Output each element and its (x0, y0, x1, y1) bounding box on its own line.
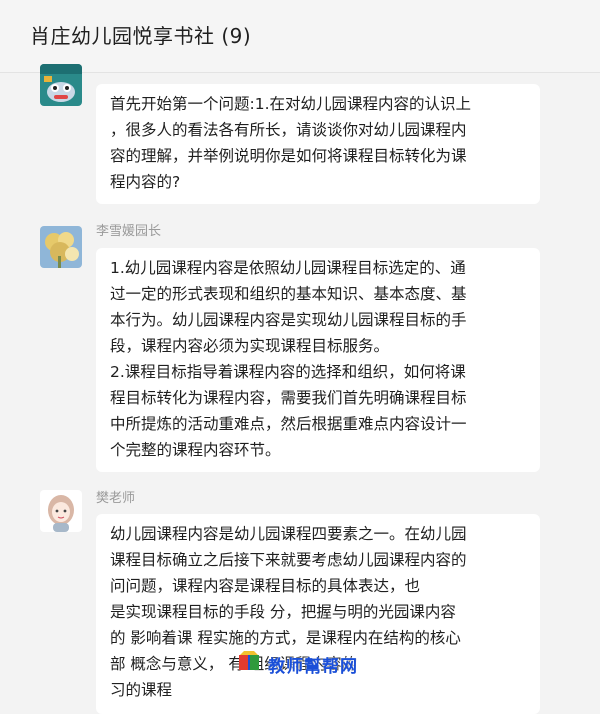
message-text-line: 中所提炼的活动重难点，然后根据重难点内容设计一 (110, 415, 467, 433)
message-text-line: 过一定的形式表现和组织的基本知识、基本态度、基 (110, 285, 467, 303)
message-text-line: 程内容的? (110, 173, 181, 191)
chat-header: 肖庄幼儿园悦享书社 (9) (0, 0, 600, 73)
message-bubble[interactable]: 1.幼儿园课程内容是依照幼儿园课程目标选定的、通 过一定的形式表现和组织的基本知… (96, 248, 540, 472)
sender-name: 樊老师 (96, 491, 136, 506)
message-text-line: 1.幼儿园课程内容是依照幼儿园课程目标选定的、通 (110, 259, 466, 277)
message-text-line: ，很多人的看法各有所长，请谈谈你对幼儿园课程内 (110, 121, 467, 139)
message-text-line: 2.课程目标指导着课程内容的选择和组织，如何将课 (110, 363, 466, 381)
group-chat-title: 肖庄幼儿园悦享书社 (9) (30, 24, 252, 48)
message-text-line: 课程目标确立之后接下来就要考虑幼儿园课程内容的 (110, 551, 467, 569)
message-text-line: 幼儿园课程内容是幼儿园课程四要素之一。在幼儿园 (110, 525, 467, 543)
book-logo-icon (236, 649, 262, 679)
cartoon-girl-avatar-icon[interactable] (40, 490, 82, 532)
message-bubble[interactable]: 首先开始第一个问题:1.在对幼儿园课程内容的认识上 ，很多人的看法各有所长，请谈… (96, 84, 540, 204)
message-text-line: 首先开始第一个问题:1.在对幼儿园课程内容的认识上 (110, 95, 472, 113)
message-text-line: 是实现课程目标的手段 分，把握与明的光园课内容 (110, 603, 456, 621)
watermark-text: 教师幫帮网 (268, 656, 358, 677)
message-text-line: 的 影响着课 程实施的方式，是课程内在结构的核心 (110, 629, 461, 647)
message-text-line: 个完整的课程内容环节。 (110, 441, 281, 459)
message-text-line: 本行为。幼儿园课程内容是实现幼儿园课程目标的手 (110, 311, 467, 329)
sender-name: 李雪媛园长 (96, 224, 162, 239)
message-bubble[interactable]: 幼儿园课程内容是幼儿园课程四要素之一。在幼儿园 课程目标确立之后接下来就要考虑幼… (96, 514, 540, 714)
message-text-line: 段，课程内容必须为实现课程目标服务。 (110, 337, 390, 355)
message-text-line: 习的课程 (110, 681, 173, 699)
cartoon-avatar-icon[interactable] (40, 64, 82, 106)
watermark: 教师幫帮网 (236, 650, 368, 678)
message-text-line: 程目标转化为课程内容，需要我们首先明确课程目标 (110, 389, 467, 407)
flower-photo-avatar-icon[interactable] (40, 226, 82, 268)
message-text-line: 容的理解，并举例说明你是如何将课程目标转化为课 (110, 147, 467, 165)
message-text-line: 问问题，课程内容是课程目标的具体表达，也 (110, 577, 421, 595)
